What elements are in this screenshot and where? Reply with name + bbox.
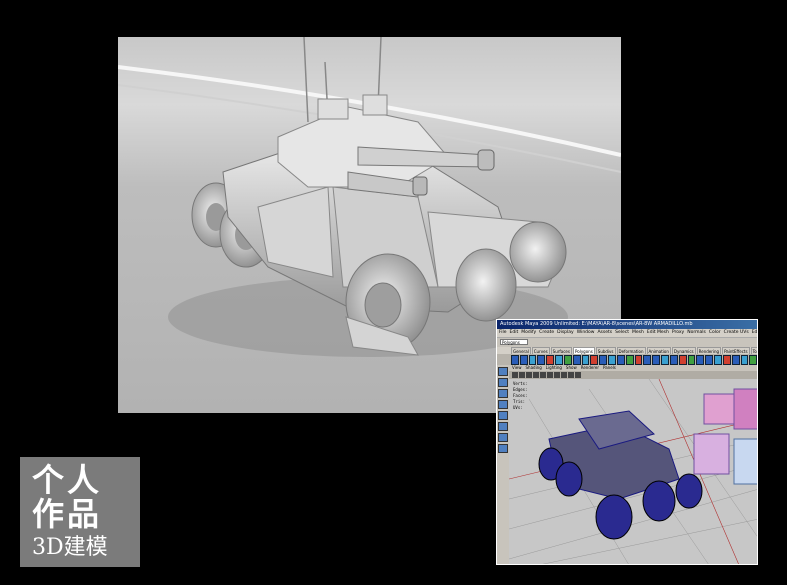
shelf-tabs: General Curves Surfaces Polygons Subdivs Defo… <box>497 347 757 354</box>
maya-window-screenshot: Autodesk Maya 2009 Unlimited: E:\MAYA\AR… <box>496 319 758 565</box>
panel-menu-item[interactable]: View <box>512 365 522 370</box>
maya-toolbox <box>497 365 509 564</box>
shelf-tab[interactable]: Rendering <box>696 347 722 354</box>
lasso-tool-icon[interactable] <box>498 378 508 387</box>
panel-icon[interactable] <box>519 372 525 378</box>
menu-item[interactable]: Edit <box>510 330 519 335</box>
shelf-tab[interactable]: Dynamics <box>671 347 696 354</box>
shelf-tool-icon[interactable] <box>705 355 714 365</box>
rotate-tool-icon[interactable] <box>498 411 508 420</box>
select-tool-icon[interactable] <box>498 367 508 376</box>
panel-toolbar <box>509 371 757 379</box>
shelf-tab[interactable]: Deformation <box>616 347 646 354</box>
shelf-tool-icon[interactable] <box>528 355 537 365</box>
shelf-tab[interactable]: Polygons <box>572 347 595 354</box>
label-line-1: 个人 <box>32 461 103 499</box>
paint-tool-icon[interactable] <box>498 389 508 398</box>
maya-title-bar: Autodesk Maya 2009 Unlimited: E:\MAYA\AR… <box>497 320 757 329</box>
shelf-tool-icon[interactable] <box>581 355 590 365</box>
shelf-tool-icon[interactable] <box>555 355 563 365</box>
shelf-tab[interactable]: Toon <box>750 347 757 354</box>
panel-menu-item[interactable]: Panels <box>603 365 616 370</box>
scale-tool-icon[interactable] <box>498 422 508 431</box>
shelf-tool-icon[interactable] <box>643 355 652 365</box>
shelf-tab[interactable]: Surfaces <box>550 347 572 354</box>
panel-menu-item[interactable]: Lighting <box>546 365 562 370</box>
panel-icon[interactable] <box>554 372 560 378</box>
menu-item[interactable]: Window <box>577 330 595 335</box>
shelf-tool-icon[interactable] <box>669 355 678 365</box>
panel-menu-item[interactable]: Show <box>566 365 577 370</box>
shelf-tab[interactable]: Subdivs <box>595 347 616 354</box>
mode-selector[interactable]: Polygons <box>500 339 528 345</box>
shelf-tab[interactable]: Curves <box>531 347 550 354</box>
maya-viewport[interactable]: Verts: Edges: Faces: Tris: UVs: <box>509 379 757 564</box>
shelf-tab[interactable]: PaintEffects <box>722 347 750 354</box>
panel-icon[interactable] <box>547 372 553 378</box>
panel-icon[interactable] <box>526 372 532 378</box>
shelf-tool-icon[interactable] <box>687 355 696 365</box>
shelf-tool-icon[interactable] <box>661 355 669 365</box>
layout-icon[interactable] <box>498 433 508 442</box>
move-tool-icon[interactable] <box>498 400 508 409</box>
shelf-tool-icon[interactable] <box>519 355 528 365</box>
panel-icon[interactable] <box>575 372 581 378</box>
panel-icon[interactable] <box>568 372 574 378</box>
menu-item[interactable]: Proxy <box>672 330 684 335</box>
menu-item[interactable]: Modify <box>521 330 536 335</box>
maya-menu-bar: File Edit Modify Create Display Window Assets S… <box>497 329 757 337</box>
maya-status-line: Polygons <box>497 337 757 347</box>
menu-item[interactable]: Edit UVs <box>752 330 757 335</box>
panel-icon[interactable] <box>561 372 567 378</box>
shelf-tool-icon[interactable] <box>616 355 625 365</box>
shelf-tool-icon[interactable] <box>731 355 740 365</box>
shelf-tool-icon[interactable] <box>740 355 749 365</box>
menu-item[interactable]: Display <box>557 330 574 335</box>
panel-menu-item[interactable]: Shading <box>526 365 542 370</box>
shelf-tab[interactable]: Animation <box>646 347 671 354</box>
shelf-tool-icon[interactable] <box>749 355 757 365</box>
label-line-2: 作品 <box>32 495 103 533</box>
shelf-tool-icon[interactable] <box>511 355 519 365</box>
menu-item[interactable]: Assets <box>597 330 612 335</box>
shelf-tool-icon[interactable] <box>590 355 599 365</box>
portfolio-label: 个人 作品 3D建模 <box>20 457 140 567</box>
menu-item[interactable]: File <box>499 330 507 335</box>
shelf-tool-icon[interactable] <box>599 355 608 365</box>
shelf-tool-icon[interactable] <box>696 355 705 365</box>
shelf-tool-icon[interactable] <box>714 355 722 365</box>
menu-item[interactable]: Create UVs <box>724 330 749 335</box>
panel-icon[interactable] <box>533 372 539 378</box>
shelf-tool-icon[interactable] <box>572 355 581 365</box>
shelf-tool-icon[interactable] <box>722 355 731 365</box>
menu-item[interactable]: Select <box>615 330 629 335</box>
wireframe-tank-illustration <box>509 379 757 564</box>
shelf-tool-icon[interactable] <box>546 355 555 365</box>
shelf-tool-icon[interactable] <box>608 355 616 365</box>
panel-icon[interactable] <box>540 372 546 378</box>
shelf-tool-icon[interactable] <box>678 355 687 365</box>
menu-item[interactable]: Color <box>709 330 721 335</box>
menu-item[interactable]: Edit Mesh <box>647 330 669 335</box>
panel-icon[interactable] <box>512 372 518 378</box>
shelf-tool-icon[interactable] <box>634 355 643 365</box>
hud-row: UVs: <box>513 405 523 410</box>
poly-count-hud: Verts: Edges: Faces: Tris: UVs: <box>513 381 527 411</box>
label-line-3: 3D建模 <box>32 535 108 560</box>
shelf-tab[interactable]: General <box>511 347 531 354</box>
shelf-tool-icon[interactable] <box>563 355 572 365</box>
menu-item[interactable]: Create <box>539 330 554 335</box>
layout-icon[interactable] <box>498 444 508 453</box>
menu-item[interactable]: Normals <box>687 330 706 335</box>
shelf-tool-icon[interactable] <box>652 355 661 365</box>
panel-menu-item[interactable]: Renderer <box>581 365 599 370</box>
shelf-tool-icon[interactable] <box>625 355 634 365</box>
menu-item[interactable]: Mesh <box>632 330 644 335</box>
shelf-tool-icon[interactable] <box>537 355 546 365</box>
